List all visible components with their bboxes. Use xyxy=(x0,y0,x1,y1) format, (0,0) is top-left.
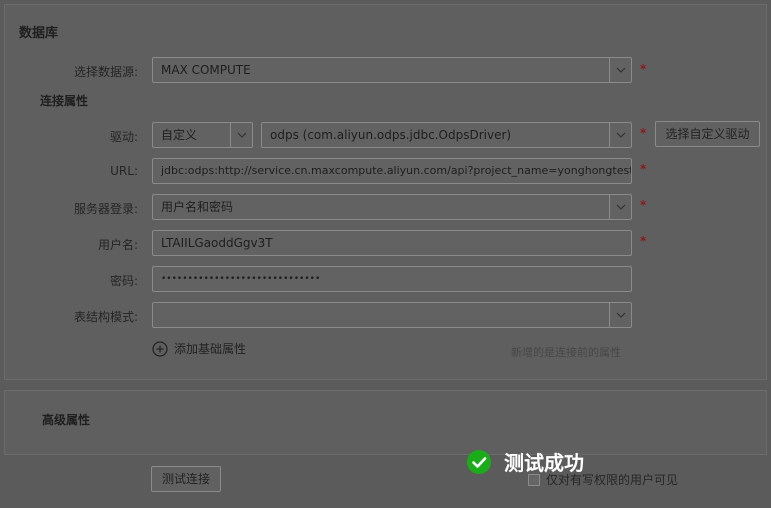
server-login-label: 服务器登录: xyxy=(73,202,138,216)
datasource-value: MAX COMPUTE xyxy=(161,63,251,77)
hint-text: 新增的是连接前的属性 xyxy=(511,346,621,359)
check-circle-icon xyxy=(467,449,491,474)
add-circle-icon xyxy=(152,340,168,357)
required-marker: * xyxy=(640,126,647,140)
success-toast: 测试成功 xyxy=(466,447,584,476)
username-input[interactable]: LTAIILGaoddGgv3T xyxy=(152,230,632,256)
chevron-down-icon[interactable] xyxy=(609,195,631,219)
section-title-connection: 连接属性 xyxy=(40,94,89,108)
driver-type-value: 自定义 xyxy=(161,128,198,142)
toast-message: 测试成功 xyxy=(504,451,584,475)
schema-label: 表结构模式: xyxy=(73,310,138,324)
datasource-select[interactable]: MAX COMPUTE xyxy=(152,57,632,83)
schema-select[interactable] xyxy=(152,302,632,328)
url-input[interactable]: jdbc:odps:http://service.cn.maxcompute.a… xyxy=(152,158,632,184)
required-marker: * xyxy=(640,198,647,212)
add-basic-attribute-button[interactable]: 添加基础属性 xyxy=(152,340,246,357)
password-label: 密码: xyxy=(109,274,138,288)
password-input[interactable]: •••••••••••••••••••••••••••••• xyxy=(152,266,632,292)
chevron-down-icon[interactable] xyxy=(230,123,252,147)
section-title-database: 数据库 xyxy=(19,26,59,41)
url-label: URL: xyxy=(110,164,138,178)
server-login-select[interactable]: 用户名和密码 xyxy=(152,194,632,220)
driver-select[interactable]: odps (com.aliyun.odps.jdbc.OdpsDriver) xyxy=(261,122,632,148)
driver-value: odps (com.aliyun.odps.jdbc.OdpsDriver) xyxy=(270,128,512,142)
required-marker: * xyxy=(640,234,647,248)
add-basic-attribute-label: 添加基础属性 xyxy=(174,342,247,356)
server-login-value: 用户名和密码 xyxy=(161,200,234,214)
username-label: 用户名: xyxy=(97,238,138,252)
required-marker: * xyxy=(640,162,647,176)
advanced-panel[interactable] xyxy=(4,390,767,455)
chevron-down-icon[interactable] xyxy=(609,58,631,82)
section-title-advanced[interactable]: 高级属性 xyxy=(42,411,90,428)
test-connection-button[interactable]: 测试连接 xyxy=(151,466,221,492)
driver-type-select[interactable]: 自定义 xyxy=(152,122,253,148)
datasource-label: 选择数据源: xyxy=(73,65,138,79)
select-custom-driver-button[interactable]: 选择自定义驱动 xyxy=(655,121,760,147)
chevron-down-icon[interactable] xyxy=(609,303,631,327)
driver-label: 驱动: xyxy=(109,130,138,144)
required-marker: * xyxy=(640,62,647,76)
chevron-down-icon[interactable] xyxy=(609,123,631,147)
